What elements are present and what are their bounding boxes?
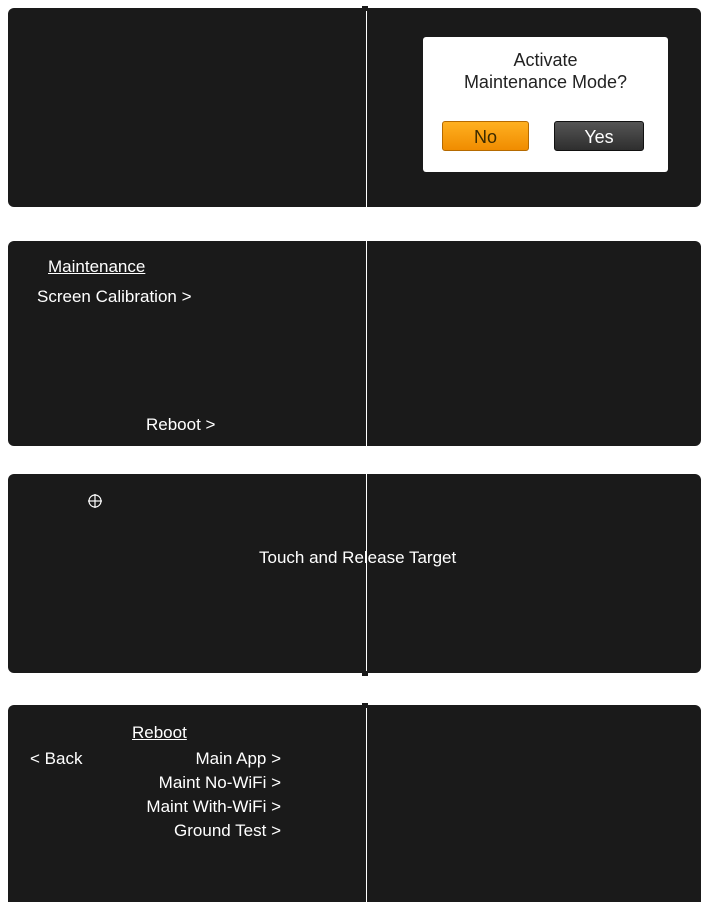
crosshair-target-icon[interactable]: [88, 494, 102, 508]
no-button[interactable]: No: [442, 121, 529, 151]
screen-reboot-menu: Reboot < Back Main App > Maint No-WiFi >…: [0, 703, 701, 902]
panel-notch-top: [362, 703, 368, 708]
reboot-title: Reboot: [132, 723, 187, 742]
screen-maintenance-menu: Maintenance Screen Calibration > Reboot …: [0, 241, 701, 446]
left-display-panel: [8, 8, 366, 207]
yes-button[interactable]: Yes: [554, 121, 644, 151]
reboot-option-maint-with-wifi[interactable]: Maint With-WiFi >: [146, 797, 281, 817]
screen-touch-calibration: Touch and Release Target: [0, 474, 701, 676]
panel-notch-bottom: [362, 671, 368, 676]
maintenance-mode-dialog: Activate Maintenance Mode? No Yes: [423, 37, 668, 172]
back-button[interactable]: < Back: [30, 749, 82, 769]
reboot-option-main-app[interactable]: Main App >: [195, 749, 281, 769]
reboot-option-ground-test[interactable]: Ground Test >: [174, 821, 281, 841]
panel-notch-top: [362, 6, 368, 11]
screen-calibration-item[interactable]: Screen Calibration >: [37, 287, 192, 307]
dialog-question-line1: Activate: [513, 50, 578, 70]
dialog-question-line2: Maintenance Mode?: [463, 72, 628, 92]
reboot-item[interactable]: Reboot >: [146, 415, 215, 435]
reboot-option-maint-no-wifi[interactable]: Maint No-WiFi >: [159, 773, 281, 793]
maintenance-title: Maintenance: [48, 257, 146, 276]
right-display-panel: [367, 705, 701, 902]
right-display-panel: [367, 241, 701, 446]
calibration-instruction: Touch and Release Target: [259, 548, 457, 567]
right-display-panel: [367, 474, 701, 673]
left-display-panel: [8, 474, 366, 673]
